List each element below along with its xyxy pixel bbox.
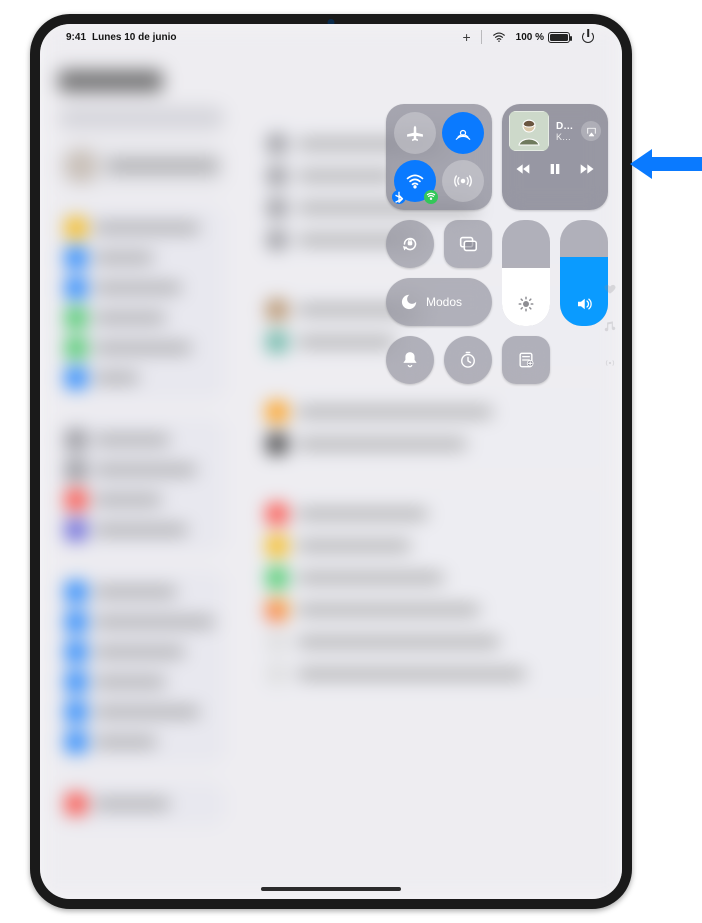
screen: 9:41 Lunes 10 de junio + 100 %: [40, 24, 622, 899]
favorite-icon[interactable]: [603, 282, 617, 301]
volume-slider[interactable]: [560, 220, 608, 326]
timer-button[interactable]: [444, 336, 492, 384]
next-track-button[interactable]: [579, 161, 595, 182]
status-date: Lunes 10 de junio: [92, 32, 176, 43]
song-title: Deeper Well: [556, 121, 574, 132]
add-control-icon[interactable]: +: [462, 30, 470, 44]
music-icon[interactable]: [603, 319, 617, 338]
wifi-connected-pip: [424, 190, 438, 204]
home-indicator[interactable]: [261, 887, 401, 891]
power-icon[interactable]: [580, 29, 596, 45]
brightness-slider[interactable]: [502, 220, 550, 326]
wifi-status-icon: [492, 30, 506, 44]
album-art: [509, 111, 549, 151]
control-center: Deeper Well Kacey Musgraves: [386, 104, 608, 384]
cellular-button[interactable]: [442, 160, 484, 202]
previous-track-button[interactable]: [515, 161, 531, 182]
ipad-frame: 9:41 Lunes 10 de junio + 100 %: [30, 14, 632, 909]
annotation-arrow: [630, 149, 702, 179]
quick-note-button[interactable]: [502, 336, 550, 384]
media-player-tile[interactable]: Deeper Well Kacey Musgraves: [502, 104, 608, 210]
screen-mirroring-button[interactable]: [444, 220, 492, 268]
wifi-button[interactable]: [394, 160, 436, 202]
battery-text: 100 %: [516, 32, 544, 43]
battery-icon: [548, 32, 570, 43]
airplay-button[interactable]: [581, 121, 601, 141]
volume-icon: [575, 295, 593, 318]
status-bar: 9:41 Lunes 10 de junio + 100 %: [40, 24, 622, 50]
play-pause-button[interactable]: [547, 161, 563, 182]
connectivity-group[interactable]: [386, 104, 492, 210]
focus-label: Modos: [426, 295, 462, 309]
focus-mode-button[interactable]: Modos: [386, 278, 492, 326]
bluetooth-pip: [392, 190, 406, 204]
rotation-lock-button[interactable]: [386, 220, 434, 268]
side-shortcut-icons: [603, 282, 617, 375]
status-time: 9:41: [66, 32, 86, 43]
silent-mode-button[interactable]: [386, 336, 434, 384]
camera-toggle-icon[interactable]: [603, 356, 617, 375]
airplane-mode-button[interactable]: [394, 112, 436, 154]
brightness-icon: [517, 295, 535, 318]
airdrop-button[interactable]: [442, 112, 484, 154]
artist-name: Kacey Musgraves: [556, 132, 574, 142]
